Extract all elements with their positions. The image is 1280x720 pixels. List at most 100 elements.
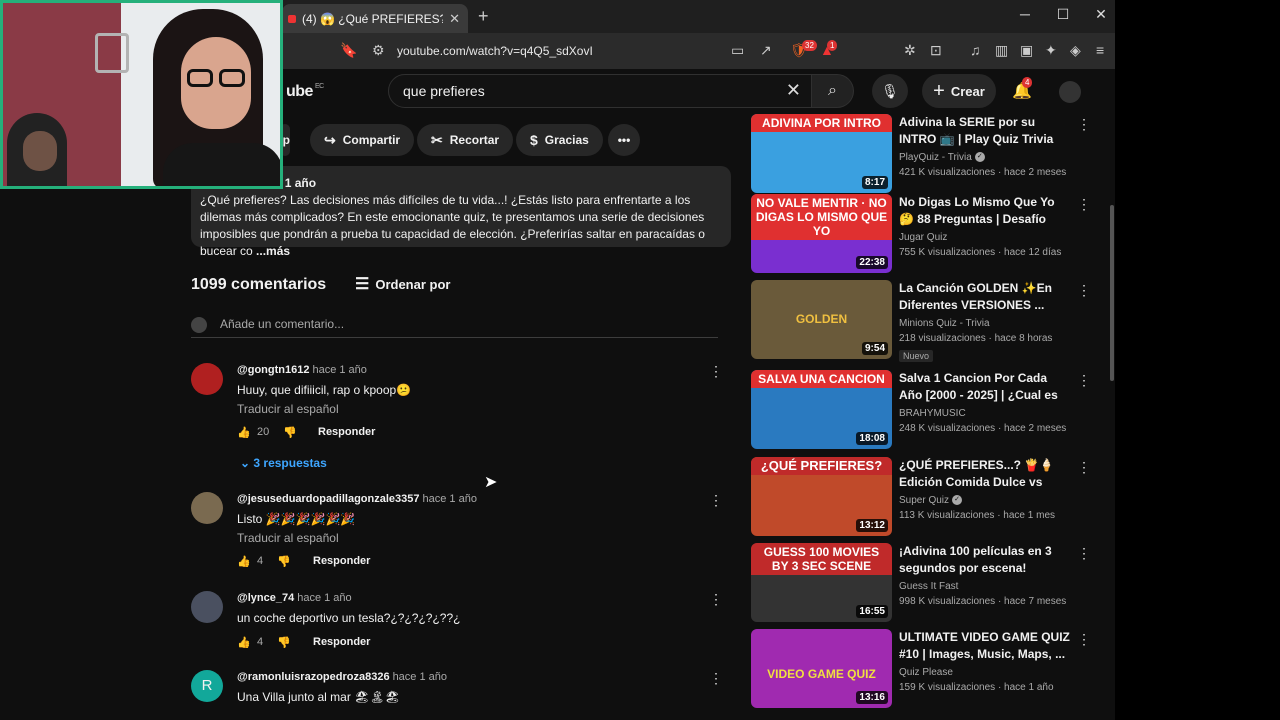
channel-name[interactable]: Super Quiz: [899, 495, 949, 506]
comment-author[interactable]: @gongtn1612: [237, 364, 309, 376]
wallet-icon[interactable]: ▣: [1020, 42, 1033, 59]
channel-name[interactable]: Minions Quiz - Trivia: [899, 318, 990, 329]
related-video[interactable]: VIDEO GAME QUIZ 13:16 ULTIMATE VIDEO GAME…: [751, 629, 1101, 709]
extensions-icon[interactable]: ✲: [904, 42, 916, 59]
dislike-icon[interactable]: 👎: [283, 426, 297, 439]
comment-time[interactable]: hace 1 año: [423, 493, 477, 505]
view-replies-button[interactable]: ⌄ 3 respuestas: [240, 456, 327, 470]
channel-name[interactable]: Quiz Please: [899, 667, 953, 678]
video-title[interactable]: Salva 1 Cancion Por Cada Año [2000 - 202…: [899, 370, 1071, 404]
commenter-avatar[interactable]: [191, 363, 223, 395]
video-menu-icon[interactable]: ⋮: [1077, 372, 1091, 389]
comment-menu-icon[interactable]: ⋮: [709, 492, 723, 509]
maximize-icon[interactable]: ☐: [1053, 6, 1073, 23]
page-scrollbar[interactable]: [1109, 69, 1115, 720]
ai-icon[interactable]: ✦: [1045, 42, 1057, 59]
channel-name[interactable]: Jugar Quiz: [899, 232, 947, 243]
related-video[interactable]: GUESS 100 MOVIES BY 3 SEC SCENE 16:55 ¡Ad…: [751, 543, 1101, 623]
show-more-link[interactable]: ...más: [256, 244, 290, 258]
video-menu-icon[interactable]: ⋮: [1077, 282, 1091, 299]
channel-name[interactable]: Guess It Fast: [899, 581, 958, 592]
share-page-icon[interactable]: ↗: [760, 42, 772, 59]
notifications-button[interactable]: 🔔 4: [1012, 77, 1033, 101]
video-menu-icon[interactable]: ⋮: [1077, 631, 1091, 648]
like-icon[interactable]: 👍: [237, 426, 251, 439]
screenshot-icon[interactable]: ⊡: [930, 42, 942, 59]
comment-author[interactable]: @lynce_74: [237, 592, 294, 604]
related-video[interactable]: NO VALE MENTIR · NO DIGAS LO MISMO QUE Y…: [751, 194, 1101, 274]
dislike-icon[interactable]: 👎: [277, 636, 291, 649]
related-video[interactable]: GOLDEN 9:54 La Canción GOLDEN ✨En Diferen…: [751, 280, 1101, 362]
video-thumbnail[interactable]: SALVA UNA CANCION 18:08: [751, 370, 892, 449]
video-title[interactable]: ¡Adivina 100 películas en 3 segundos por…: [899, 543, 1071, 577]
share-button[interactable]: ↪ Compartir: [310, 124, 415, 156]
active-tab[interactable]: (4) 😱 ¿Qué PREFIERES? 😱 Las ✕: [282, 4, 468, 33]
close-window-icon[interactable]: ✕: [1091, 6, 1111, 23]
translate-link[interactable]: Traducir al español: [237, 402, 697, 416]
site-settings-icon[interactable]: ⚙: [372, 42, 385, 59]
search-button[interactable]: ⌕: [812, 74, 854, 108]
related-video[interactable]: ADIVINA POR INTRO 8:17 Adivina la SERIE p…: [751, 114, 1101, 194]
video-thumbnail[interactable]: ADIVINA POR INTRO 8:17: [751, 114, 892, 193]
url-field[interactable]: youtube.com/watch?v=q4Q5_sdXovI: [397, 44, 593, 58]
minimize-icon[interactable]: ─: [1015, 6, 1035, 22]
comment-author[interactable]: @jesuseduardopadillagonzale3357: [237, 493, 420, 505]
dislike-icon[interactable]: 👎: [277, 555, 291, 568]
video-title[interactable]: Adivina la SERIE por su INTRO 📺 | Play Q…: [899, 114, 1071, 148]
webcam-glasses-right: [219, 69, 245, 87]
more-actions-button[interactable]: •••: [608, 124, 640, 156]
channel-name[interactable]: PlayQuiz - Trivia: [899, 152, 972, 163]
comment-menu-icon[interactable]: ⋮: [709, 363, 723, 380]
close-tab-icon[interactable]: ✕: [449, 11, 460, 27]
reply-button[interactable]: Responder: [313, 636, 370, 648]
add-comment-field[interactable]: Añade un comentario...: [191, 316, 718, 338]
reply-button[interactable]: Responder: [318, 426, 375, 438]
video-thumbnail[interactable]: GUESS 100 MOVIES BY 3 SEC SCENE 16:55: [751, 543, 892, 622]
music-icon[interactable]: ♫: [970, 42, 981, 58]
channel-name[interactable]: BRAHYMUSIC: [899, 408, 966, 419]
video-thumbnail[interactable]: VIDEO GAME QUIZ 13:16: [751, 629, 892, 708]
translate-link[interactable]: Traducir al español: [237, 531, 697, 545]
video-menu-icon[interactable]: ⋮: [1077, 545, 1091, 562]
related-video[interactable]: SALVA UNA CANCION 18:08 Salva 1 Cancion P…: [751, 370, 1101, 450]
like-icon[interactable]: 👍: [237, 636, 251, 649]
comment-author[interactable]: @ramonluisrazopedroza8326: [237, 671, 390, 683]
search-input[interactable]: [403, 83, 773, 99]
sort-button[interactable]: ☰ Ordenar por: [355, 274, 450, 294]
new-tab-icon[interactable]: +: [478, 6, 489, 27]
vpn-icon[interactable]: ◈: [1070, 42, 1081, 59]
video-title[interactable]: ULTIMATE VIDEO GAME QUIZ #10 | Images, M…: [899, 629, 1071, 663]
video-thumbnail[interactable]: ¿QUÉ PREFIERES? 13:12: [751, 457, 892, 536]
video-menu-icon[interactable]: ⋮: [1077, 116, 1091, 133]
comment-time[interactable]: hace 1 año: [297, 592, 351, 604]
create-button[interactable]: + Crear: [922, 74, 996, 108]
video-thumbnail[interactable]: NO VALE MENTIR · NO DIGAS LO MISMO QUE Y…: [751, 194, 892, 273]
sidebar-icon[interactable]: ▥: [995, 42, 1008, 59]
menu-icon[interactable]: ≡: [1096, 42, 1104, 58]
bookmark-icon[interactable]: 🔖: [340, 42, 357, 59]
like-icon[interactable]: 👍: [237, 555, 251, 568]
thanks-button[interactable]: $ Gracias: [516, 124, 603, 156]
related-video[interactable]: ¿QUÉ PREFIERES? 13:12 ¿QUÉ PREFIERES...? …: [751, 457, 1101, 537]
comment-menu-icon[interactable]: ⋮: [709, 591, 723, 608]
account-avatar[interactable]: [1059, 81, 1081, 103]
video-title[interactable]: La Canción GOLDEN ✨En Diferentes VERSION…: [899, 280, 1071, 314]
video-title[interactable]: ¿QUÉ PREFIERES...? 🍟🍦 Edición Comida Dul…: [899, 457, 1071, 491]
clip-button[interactable]: ✂ Recortar: [417, 124, 514, 156]
voice-search-button[interactable]: 🎙: [872, 74, 908, 108]
clear-search-icon[interactable]: ✕: [786, 80, 801, 101]
comment-time[interactable]: hace 1 año: [393, 671, 447, 683]
video-menu-icon[interactable]: ⋮: [1077, 459, 1091, 476]
comment-time[interactable]: hace 1 año: [312, 364, 366, 376]
commenter-avatar[interactable]: R: [191, 670, 223, 702]
cast-icon[interactable]: ▭: [731, 42, 744, 59]
video-thumbnail[interactable]: GOLDEN 9:54: [751, 280, 892, 359]
commenter-avatar[interactable]: [191, 492, 223, 524]
scrollbar-thumb[interactable]: [1110, 205, 1114, 381]
youtube-logo[interactable]: ube EC: [286, 83, 324, 101]
video-title[interactable]: No Digas Lo Mismo Que Yo 🤔 88 Preguntas …: [899, 194, 1071, 228]
video-menu-icon[interactable]: ⋮: [1077, 196, 1091, 213]
reply-button[interactable]: Responder: [313, 555, 370, 567]
commenter-avatar[interactable]: [191, 591, 223, 623]
comment-menu-icon[interactable]: ⋮: [709, 670, 723, 687]
